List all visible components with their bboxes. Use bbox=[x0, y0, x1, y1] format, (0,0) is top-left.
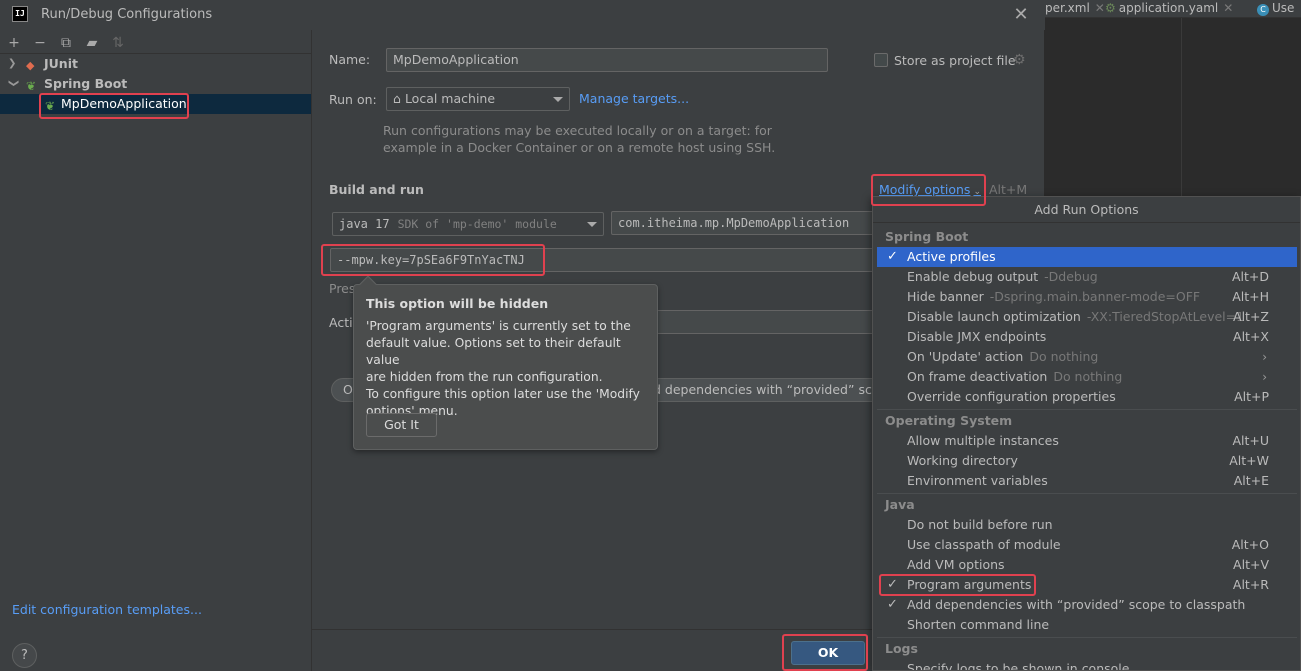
got-it-button[interactable]: Got It bbox=[366, 413, 437, 437]
remove-icon[interactable]: − bbox=[32, 35, 48, 51]
option-disable-launch-optimization[interactable]: Disable launch optimization -XX:TieredSto… bbox=[877, 307, 1297, 327]
home-icon: ⌂ bbox=[393, 91, 401, 106]
run-on-dropdown[interactable]: ⌂ Local machine bbox=[386, 87, 570, 111]
option-active-profiles[interactable]: ✓ Active profiles bbox=[877, 247, 1297, 267]
option-do-not-build-before-run[interactable]: Do not build before run bbox=[877, 515, 1297, 535]
group-divider bbox=[877, 637, 1297, 638]
edit-templates-link[interactable]: Edit configuration templates... bbox=[12, 602, 202, 617]
option-program-arguments[interactable]: ✓ Program arguments Alt+R bbox=[877, 575, 1297, 595]
intellij-logo-icon: IJ bbox=[12, 6, 28, 22]
gear-icon[interactable]: ⚙ bbox=[1013, 52, 1026, 68]
group-divider bbox=[877, 409, 1297, 410]
option-shorten-command-line[interactable]: Shorten command line bbox=[877, 615, 1297, 635]
add-icon[interactable]: + bbox=[6, 35, 22, 51]
tree-toolbar: + − ⧉ ▰ ⇅ bbox=[0, 30, 312, 52]
close-icon[interactable]: ✕ bbox=[1223, 1, 1233, 15]
class-file-icon: C bbox=[1257, 4, 1269, 16]
group-spring-boot: Spring Boot bbox=[885, 229, 969, 244]
active-profiles-field[interactable] bbox=[650, 310, 886, 334]
store-project-label: Store as project file bbox=[894, 53, 1016, 68]
editor-tab-user[interactable]: C Use bbox=[1257, 0, 1294, 17]
run-on-hint-1: Run configurations may be executed local… bbox=[383, 123, 772, 138]
new-folder-icon[interactable]: ▰ bbox=[84, 35, 100, 51]
modify-options-link[interactable]: Modify options ⌄ bbox=[879, 182, 981, 197]
store-project-checkbox[interactable] bbox=[874, 53, 888, 67]
popup-title: Add Run Options bbox=[873, 197, 1300, 223]
press-hint-partial: Pres bbox=[329, 281, 356, 296]
run-on-label: Run on: bbox=[329, 92, 377, 107]
option-specify-logs[interactable]: Specify logs to be shown in console bbox=[877, 659, 1297, 670]
dialog-title: Run/Debug Configurations bbox=[41, 7, 213, 22]
tooltip-body: 'Program arguments' is currently set to … bbox=[366, 319, 640, 418]
help-button[interactable]: ? bbox=[12, 643, 37, 668]
tree-item-mpdemoapplication[interactable]: ❦ MpDemoApplication bbox=[0, 94, 311, 114]
ide-screen: per.xml ✕ ⚙ application.yaml ✕ C Use IJ Run/… bbox=[0, 0, 1301, 671]
group-java: Java bbox=[885, 497, 915, 512]
name-field[interactable]: MpDemoApplication bbox=[386, 48, 828, 72]
editor-tab-bar: per.xml ✕ ⚙ application.yaml ✕ C Use bbox=[1045, 0, 1301, 18]
hidden-option-tooltip: This option will be hidden 'Program argu… bbox=[353, 275, 658, 450]
option-use-classpath-of-module[interactable]: Use classpath of module Alt+O bbox=[877, 535, 1297, 555]
option-hide-banner[interactable]: Hide banner -Dspring.main.banner-mode=OFF… bbox=[877, 287, 1297, 307]
editor-tab-pom[interactable]: per.xml ✕ bbox=[1045, 0, 1105, 17]
tree-item-spring-boot[interactable]: ❯ ❦ Spring Boot bbox=[0, 74, 311, 94]
program-arguments-field[interactable]: --mpw.key=7pSEa6F9TnYacTNJ bbox=[330, 248, 886, 272]
group-operating-system: Operating System bbox=[885, 413, 1013, 428]
option-allow-multiple-instances[interactable]: Allow multiple instances Alt+U bbox=[877, 431, 1297, 451]
chevron-down-icon[interactable]: ❯ bbox=[3, 79, 23, 89]
option-override-configuration-properties[interactable]: Override configuration properties Alt+P bbox=[877, 387, 1297, 407]
close-icon[interactable]: ✕ bbox=[1095, 1, 1105, 15]
option-on-update-action[interactable]: On 'Update' action Do nothing › bbox=[877, 347, 1297, 367]
group-logs: Logs bbox=[885, 641, 918, 656]
sort-icon[interactable]: ⇅ bbox=[110, 35, 126, 51]
chevron-right-icon[interactable]: ❯ bbox=[8, 54, 18, 74]
spring-boot-icon: ❦ bbox=[45, 99, 56, 113]
modify-options-shortcut: Alt+M bbox=[989, 182, 1028, 197]
check-icon: ✓ bbox=[887, 249, 898, 264]
copy-icon[interactable]: ⧉ bbox=[58, 35, 74, 51]
chevron-down-icon bbox=[553, 97, 563, 102]
option-environment-variables[interactable]: Environment variables Alt+E bbox=[877, 471, 1297, 491]
run-on-hint-2: example in a Docker Container or on a re… bbox=[383, 140, 776, 155]
manage-targets-link[interactable]: Manage targets... bbox=[579, 91, 689, 106]
spring-boot-icon: ❦ bbox=[26, 79, 37, 93]
yaml-file-icon: ⚙ bbox=[1105, 1, 1116, 15]
option-working-directory[interactable]: Working directory Alt+W bbox=[877, 451, 1297, 471]
option-add-vm-options[interactable]: Add VM options Alt+V bbox=[877, 555, 1297, 575]
editor-divider bbox=[1181, 18, 1182, 198]
check-icon: ✓ bbox=[887, 597, 898, 612]
check-icon: ✓ bbox=[887, 577, 898, 592]
chevron-down-icon bbox=[587, 222, 597, 227]
editor-tab-application-yaml[interactable]: ⚙ application.yaml ✕ bbox=[1105, 0, 1233, 17]
junit-icon: ◆ bbox=[26, 59, 35, 72]
chevron-right-icon: › bbox=[1262, 350, 1267, 364]
option-on-frame-deactivation[interactable]: On frame deactivation Do nothing › bbox=[877, 367, 1297, 387]
add-run-options-popup: Add Run Options Spring Boot ✓ Active pro… bbox=[872, 196, 1301, 671]
build-and-run-heading: Build and run bbox=[329, 182, 424, 197]
chevron-right-icon: › bbox=[1262, 370, 1267, 384]
ok-button[interactable]: OK bbox=[791, 641, 865, 665]
jdk-dropdown[interactable]: java 17 SDK of 'mp-demo' module bbox=[332, 212, 604, 236]
group-divider bbox=[877, 493, 1297, 494]
option-add-dependencies-provided[interactable]: ✓ Add dependencies with “provided” scope… bbox=[877, 595, 1297, 615]
close-icon[interactable]: ✕ bbox=[1013, 4, 1029, 25]
option-enable-debug-output[interactable]: Enable debug output -Ddebug Alt+D bbox=[877, 267, 1297, 287]
tooltip-title: This option will be hidden bbox=[366, 296, 549, 311]
config-tree-panel: + − ⧉ ▰ ⇅ ❯ ◆ JUnit ❯ ❦ Spring Boot ❦ Mp… bbox=[0, 30, 312, 671]
dialog-titlebar: IJ Run/Debug Configurations ✕ bbox=[0, 0, 1045, 30]
tree-item-junit[interactable]: ❯ ◆ JUnit bbox=[0, 54, 311, 74]
main-class-field[interactable]: com.itheima.mp.MpDemoApplication bbox=[611, 211, 886, 235]
name-label: Name: bbox=[329, 52, 371, 67]
option-disable-jmx-endpoints[interactable]: Disable JMX endpoints Alt+X bbox=[877, 327, 1297, 347]
